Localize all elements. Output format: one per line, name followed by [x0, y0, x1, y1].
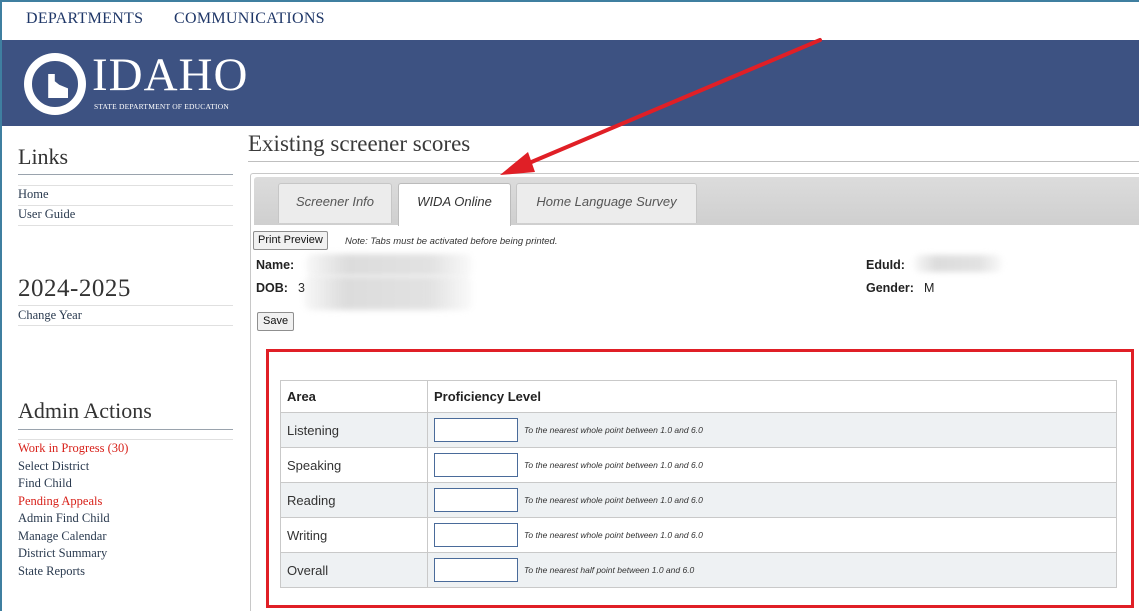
header-banner: IDAHO STATE DEPARTMENT OF EDUCATION	[2, 40, 1139, 126]
print-preview-button[interactable]: Print Preview	[253, 231, 328, 250]
eduid-label: EduId:	[866, 258, 905, 272]
links-heading: Links	[18, 144, 69, 169]
divider	[248, 161, 1139, 162]
state-seal-icon	[24, 53, 86, 115]
brand-subtitle: STATE DEPARTMENT OF EDUCATION	[94, 102, 229, 111]
divider	[18, 429, 233, 430]
gender-label: Gender:	[866, 281, 914, 295]
tab-home-language-survey[interactable]: Home Language Survey	[516, 183, 697, 223]
sidebar-item-admin-action[interactable]: Select District	[18, 459, 89, 474]
sidebar-item-change-year[interactable]: Change Year	[18, 308, 82, 323]
sidebar-item-admin-action[interactable]: Manage Calendar	[18, 529, 107, 544]
school-year: 2024-2025	[18, 275, 131, 302]
sidebar-item-admin-action[interactable]: District Summary	[18, 546, 107, 561]
sidebar-item-admin-action[interactable]: Pending Appeals	[18, 494, 102, 509]
sidebar-item-home[interactable]: Home	[18, 187, 49, 202]
save-button[interactable]: Save	[257, 312, 295, 331]
sidebar-item-admin-action[interactable]: Find Child	[18, 476, 72, 491]
divider	[18, 305, 233, 306]
name-label: Name:	[256, 258, 295, 272]
brand-name[interactable]: IDAHO	[92, 49, 248, 101]
print-note: Note: Tabs must be activated before bein…	[345, 236, 558, 247]
admin-actions-heading: Admin Actions	[18, 398, 152, 423]
redacted-name	[306, 254, 472, 276]
sidebar-item-admin-action[interactable]: Work in Progress (30)	[18, 441, 128, 456]
nav-departments[interactable]: DEPARTMENTS	[26, 10, 143, 28]
tab-screener-info[interactable]: Screener Info	[278, 183, 392, 223]
redacted-dob	[304, 276, 472, 310]
gender-value: M	[924, 281, 935, 295]
sidebar-item-admin-action[interactable]: State Reports	[18, 564, 85, 579]
nav-communications[interactable]: COMMUNICATIONS	[174, 10, 325, 28]
divider	[18, 325, 233, 326]
dob-label: DOB:	[256, 281, 288, 295]
annotation-highlight-box	[266, 349, 1134, 608]
divider	[18, 225, 233, 226]
divider	[18, 174, 233, 175]
top-nav: DEPARTMENTS COMMUNICATIONS	[2, 2, 1139, 40]
sidebar-item-user-guide[interactable]: User Guide	[18, 207, 75, 222]
tab-wida-online[interactable]: WIDA Online	[398, 183, 511, 226]
divider	[18, 205, 233, 206]
sidebar-item-admin-action[interactable]: Admin Find Child	[18, 511, 110, 526]
redacted-eduid	[914, 255, 1002, 272]
divider	[18, 185, 233, 186]
divider	[18, 439, 233, 440]
page-title: Existing screener scores	[248, 131, 471, 156]
